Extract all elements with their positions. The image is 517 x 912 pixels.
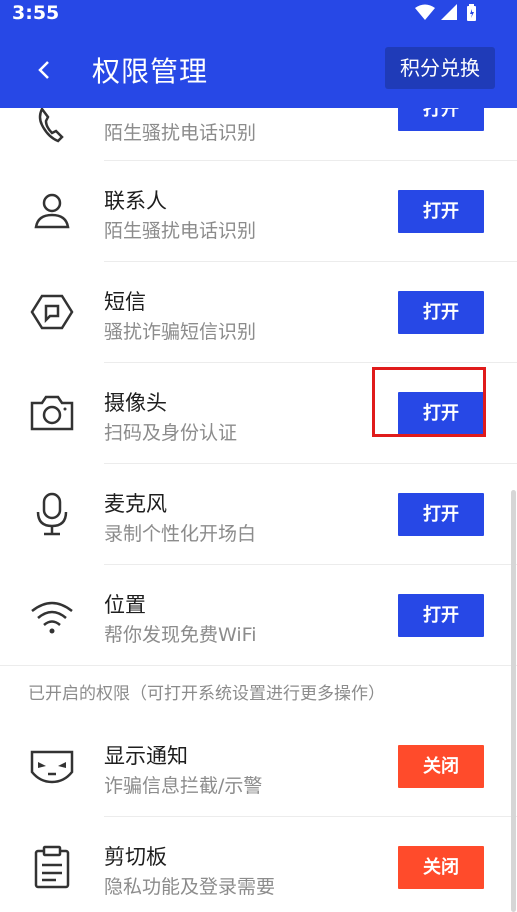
- open-button[interactable]: 打开: [398, 190, 484, 233]
- close-button[interactable]: 关闭: [398, 745, 484, 788]
- permission-desc: 隐私功能及登录需要: [104, 876, 276, 898]
- app-bar: 3:55 权限管理 积分兑换: [0, 0, 517, 108]
- signal-icon: [441, 4, 457, 20]
- permission-name: 位置: [104, 593, 146, 617]
- permission-desc: 帮你发现免费WiFi: [104, 624, 257, 646]
- permission-name: 麦克风: [104, 492, 167, 516]
- permission-row-notification: 显示通知 诈骗信息拦截/示警 关闭: [0, 716, 517, 817]
- contact-person-icon: [28, 187, 76, 235]
- status-icons: [413, 4, 483, 22]
- points-exchange-button[interactable]: 积分兑换: [385, 47, 495, 89]
- permission-desc: 录制个性化开场白: [104, 523, 257, 545]
- phone-icon: [28, 108, 76, 151]
- permission-row-location: 位置 帮你发现免费WiFi 打开: [0, 565, 517, 666]
- open-button[interactable]: 打开: [398, 594, 484, 637]
- permission-desc: 陌生骚扰电话识别: [104, 122, 257, 144]
- wifi-location-icon: [28, 591, 76, 639]
- permission-name: 联系人: [104, 189, 167, 213]
- sms-shield-icon: [28, 288, 76, 336]
- permission-desc: 诈骗信息拦截/示警: [104, 775, 263, 797]
- permission-name: 显示通知: [104, 744, 188, 768]
- permission-name: 摄像头: [104, 391, 167, 415]
- page-title: 权限管理: [92, 55, 209, 88]
- permission-row-microphone: 麦克风 录制个性化开场白 打开: [0, 464, 517, 565]
- permission-desc: 陌生骚扰电话识别: [104, 220, 257, 242]
- wifi-icon: [415, 4, 435, 20]
- open-button[interactable]: 打开: [398, 108, 484, 131]
- permission-row-clipboard: 剪切板 隐私功能及登录需要 关闭: [0, 817, 517, 912]
- scrollbar[interactable]: [511, 490, 516, 912]
- permission-desc: 扫码及身份认证: [104, 422, 238, 444]
- back-button[interactable]: [30, 52, 62, 88]
- open-button[interactable]: 打开: [398, 291, 484, 334]
- permission-list: 陌生骚扰电话识别 打开 联系人 陌生骚扰电话识别 打开 短信 骚扰诈骗短信识别 …: [0, 108, 517, 912]
- open-button[interactable]: 打开: [398, 493, 484, 536]
- microphone-icon: [28, 490, 76, 538]
- camera-icon: [28, 389, 76, 437]
- highlight-box: [372, 367, 486, 437]
- status-time: 3:55: [12, 2, 60, 24]
- battery-icon: [467, 4, 476, 21]
- permission-name: 短信: [104, 290, 146, 314]
- back-arrow-icon: [38, 61, 49, 79]
- divider: [0, 665, 517, 666]
- clipboard-icon: [28, 843, 76, 891]
- permission-row-phone: 陌生骚扰电话识别 打开: [0, 108, 517, 160]
- permission-row-sms: 短信 骚扰诈骗短信识别 打开: [0, 262, 517, 363]
- permission-name: 剪切板: [104, 845, 167, 869]
- mask-notification-icon: [28, 742, 76, 790]
- enabled-section-note: 已开启的权限（可打开系统设置进行更多操作）: [28, 684, 385, 704]
- permission-desc: 骚扰诈骗短信识别: [104, 321, 257, 343]
- close-button[interactable]: 关闭: [398, 846, 484, 889]
- permission-row-contacts: 联系人 陌生骚扰电话识别 打开: [0, 161, 517, 262]
